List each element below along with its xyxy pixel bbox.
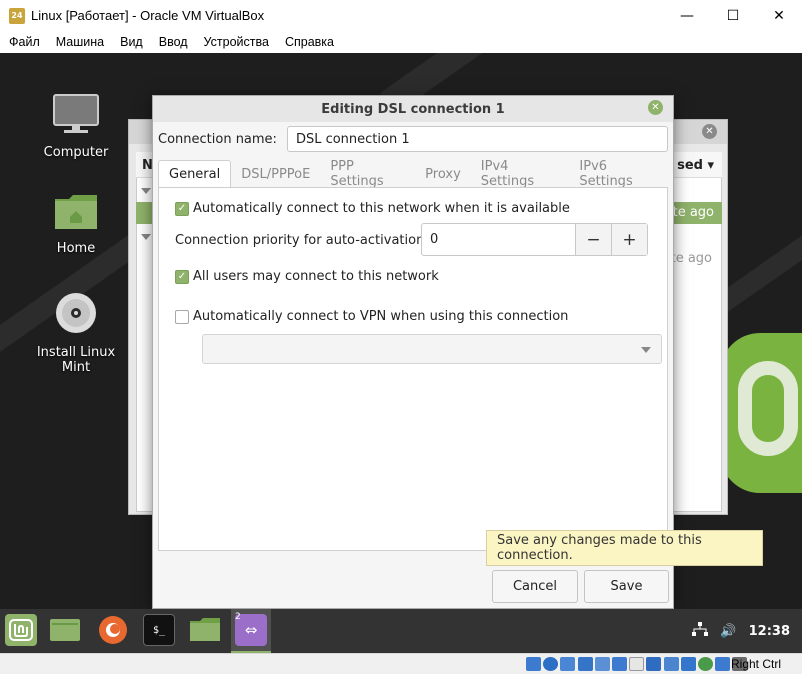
- tab-ppp-settings[interactable]: PPP Settings: [320, 159, 415, 189]
- auto-connect-checkbox[interactable]: ✓: [175, 201, 189, 216]
- usb-icon[interactable]: [594, 657, 610, 671]
- network-adapter-icon[interactable]: [577, 657, 593, 671]
- menu-input[interactable]: Ввод: [151, 35, 196, 49]
- files-icon[interactable]: [189, 614, 221, 646]
- virtualization-icon[interactable]: [680, 657, 696, 671]
- dialog-title: Editing DSL connection 1: [153, 96, 673, 122]
- menu-machine[interactable]: Машина: [48, 35, 112, 49]
- audio-icon[interactable]: [560, 657, 576, 671]
- vpn-checkbox[interactable]: [175, 309, 189, 324]
- increment-button[interactable]: +: [611, 224, 647, 255]
- priority-spinner: 0 − +: [421, 223, 648, 256]
- virtualbox-icon: 24: [9, 7, 25, 24]
- host-menubar: Файл Машина Вид Ввод Устройства Справка: [0, 31, 802, 53]
- terminal-icon[interactable]: $_: [143, 614, 175, 646]
- tab-dsl-pppoe[interactable]: DSL/PPPoE: [231, 160, 320, 188]
- menu-help[interactable]: Справка: [277, 35, 342, 49]
- all-users-label: All users may connect to this network: [193, 269, 439, 284]
- network-icon[interactable]: [692, 622, 709, 640]
- desktop-icon-install[interactable]: Install Linux Mint: [21, 291, 131, 375]
- mint-menu-icon[interactable]: [5, 614, 37, 646]
- save-tooltip: Save any changes made to this connection…: [486, 530, 763, 566]
- vpn-select[interactable]: [202, 334, 662, 364]
- desktop-icon-label: Computer: [43, 145, 109, 160]
- vpn-label: Automatically connect to VPN when using …: [193, 309, 569, 324]
- vpn-row[interactable]: Automatically connect to VPN when using …: [175, 309, 568, 324]
- general-tab-panel: ✓ Automatically connect to this network …: [158, 187, 668, 551]
- host-titlebar: 24 Linux [Работает] - Oracle VM VirtualB…: [0, 0, 802, 31]
- firefox-icon[interactable]: [97, 614, 129, 646]
- volume-icon[interactable]: 🔊: [720, 624, 736, 639]
- decrement-button[interactable]: −: [575, 224, 611, 255]
- tab-ipv4-settings[interactable]: IPv4 Settings: [471, 159, 570, 189]
- show-desktop-icon[interactable]: [49, 614, 81, 646]
- all-users-checkbox[interactable]: ✓: [175, 269, 189, 284]
- window-count-badge: 2: [235, 612, 241, 622]
- all-users-row[interactable]: ✓ All users may connect to this network: [175, 269, 439, 284]
- save-button[interactable]: Save: [584, 570, 669, 603]
- desktop-icon-computer[interactable]: Computer: [21, 93, 131, 160]
- expander-arrow-icon[interactable]: [141, 234, 151, 240]
- tab-general[interactable]: General: [158, 160, 232, 188]
- auto-connect-row[interactable]: ✓ Automatically connect to this network …: [175, 201, 570, 216]
- disc-icon: [21, 291, 131, 339]
- auto-connect-label: Automatically connect to this network wh…: [193, 201, 570, 216]
- window-title: Linux [Работает] - Oracle VM VirtualBox: [31, 8, 265, 23]
- guest-taskbar: $_ ⇔ 2 🔊 12:38: [0, 609, 802, 653]
- system-tray: 🔊 12:38: [692, 609, 802, 653]
- video-capture-icon[interactable]: [646, 657, 662, 671]
- dialog-close-icon[interactable]: ✕: [648, 100, 663, 115]
- expander-arrow-icon[interactable]: [141, 188, 151, 194]
- desktop-icon-home[interactable]: Home: [21, 193, 131, 256]
- cancel-button[interactable]: Cancel: [492, 570, 578, 603]
- maximize-button[interactable]: ☐: [710, 0, 756, 31]
- minimize-button[interactable]: —: [664, 0, 710, 31]
- window-controls: — ☐ ✕: [664, 0, 802, 31]
- host-statusbar: Right Ctrl: [0, 653, 802, 674]
- connection-name-row: Connection name: DSL connection 1: [158, 126, 668, 152]
- priority-input[interactable]: 0: [422, 224, 575, 255]
- tab-ipv6-settings[interactable]: IPv6 Settings: [569, 159, 668, 189]
- chevron-down-icon: [641, 347, 651, 353]
- tab-proxy[interactable]: Proxy: [415, 160, 471, 188]
- menu-file[interactable]: Файл: [0, 35, 48, 49]
- tab-bar: General DSL/PPPoE PPP Settings Proxy IPv…: [158, 159, 668, 189]
- hard-disk-icon[interactable]: [526, 657, 541, 671]
- list-item-time: te ago: [670, 251, 712, 266]
- host-key-label: Right Ctrl: [730, 657, 781, 671]
- optical-drive-icon[interactable]: [543, 657, 559, 671]
- menu-view[interactable]: Вид: [112, 35, 151, 49]
- connection-name-input[interactable]: DSL connection 1: [286, 126, 668, 152]
- shared-folders-icon[interactable]: [611, 657, 627, 671]
- bg-close-icon[interactable]: ✕: [702, 124, 717, 139]
- mint-wallpaper-logo: [720, 333, 802, 493]
- cpu-icon[interactable]: [663, 657, 679, 671]
- priority-label: Connection priority for auto-activation:: [175, 233, 429, 248]
- mouse-integration-icon[interactable]: [715, 657, 731, 671]
- column-last-used-header[interactable]: sed ▾: [677, 158, 714, 173]
- list-item-time: te ago: [672, 205, 714, 220]
- status-icons: [526, 657, 749, 671]
- menu-devices[interactable]: Устройства: [196, 35, 277, 49]
- desktop-icon-label: Home: [56, 241, 96, 256]
- close-button[interactable]: ✕: [756, 0, 802, 31]
- folder-icon: [21, 193, 131, 235]
- connection-name-label: Connection name:: [158, 131, 277, 147]
- guest-additions-icon[interactable]: [697, 657, 713, 671]
- desktop-icon-label: Install Linux Mint: [36, 345, 116, 375]
- display-icon[interactable]: [629, 657, 645, 671]
- monitor-icon: [21, 93, 131, 139]
- clock[interactable]: 12:38: [749, 624, 790, 639]
